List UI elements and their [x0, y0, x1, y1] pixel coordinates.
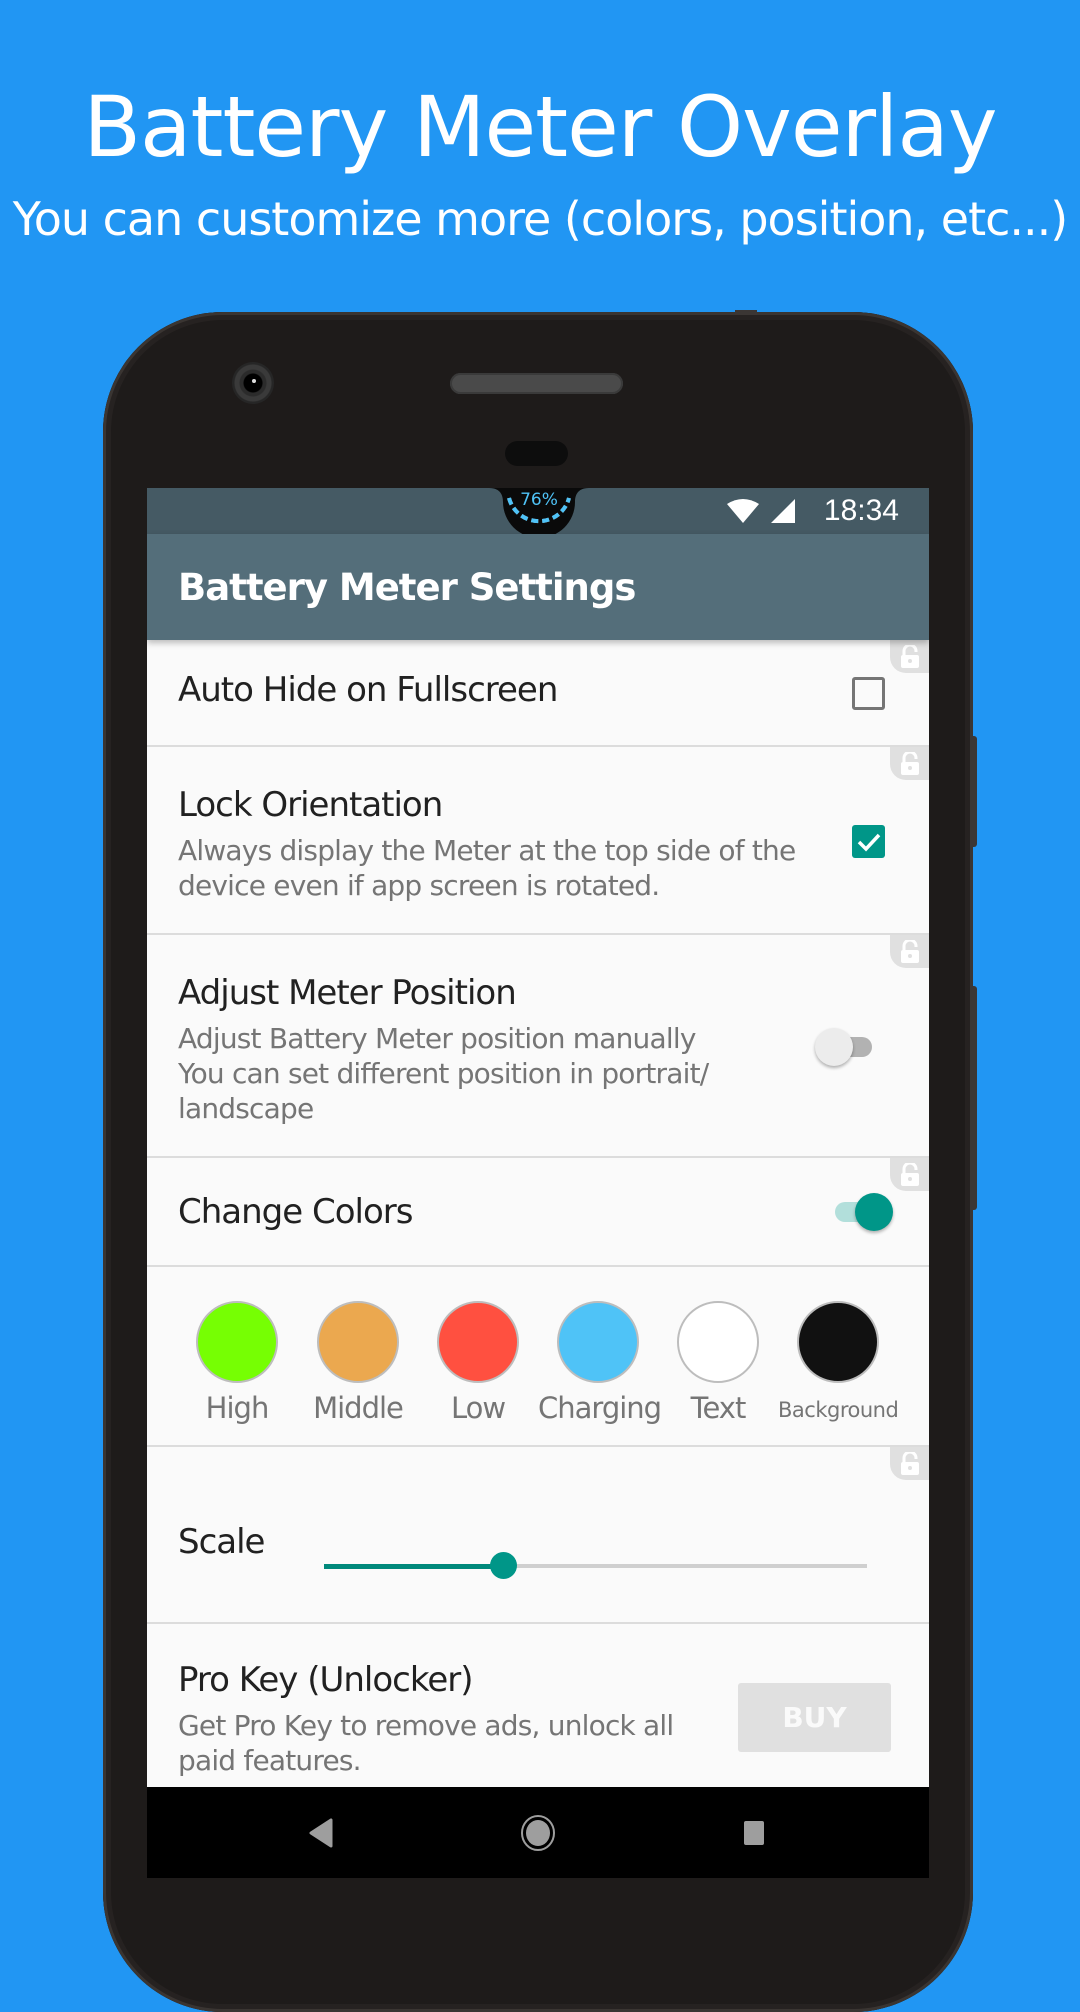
lock-icon — [890, 640, 929, 673]
proximity-sensor — [505, 441, 568, 466]
app-toolbar: Battery Meter Settings — [147, 534, 929, 640]
adjust-position-summary-line3: landscape — [178, 1092, 314, 1125]
recents-button[interactable] — [734, 1813, 774, 1853]
phone-top-button — [735, 310, 757, 315]
swatch-text[interactable] — [677, 1301, 759, 1383]
phone-volume-button — [970, 986, 977, 1210]
setting-change-colors[interactable]: Change Colors — [147, 1158, 929, 1267]
status-clock: 18:34 — [823, 494, 899, 527]
slider-fill — [324, 1564, 504, 1569]
auto-hide-title: Auto Hide on Fullscreen — [178, 670, 558, 710]
lock-icon — [890, 1158, 929, 1191]
pro-key-summary-line2: paid features. — [178, 1744, 362, 1777]
adjust-position-switch[interactable] — [815, 1028, 876, 1066]
battery-meter-overlay: 76% — [489, 488, 589, 534]
auto-hide-checkbox[interactable] — [852, 677, 885, 710]
status-bar: 76% 18:34 — [147, 488, 929, 534]
front-camera-icon — [232, 362, 274, 404]
lock-orientation-summary-line2: device even if app screen is rotated. — [178, 869, 660, 902]
phone-power-button — [970, 736, 977, 847]
swatch-low[interactable] — [437, 1301, 519, 1383]
back-button[interactable] — [301, 1813, 341, 1853]
lock-orientation-checkbox[interactable] — [852, 825, 885, 858]
setting-auto-hide[interactable]: Auto Hide on Fullscreen — [147, 640, 929, 747]
phone-screen: 76% 18:34 Battery Meter Settings Auto Hi… — [147, 488, 929, 1878]
setting-pro-key: Pro Key (Unlocker) Get Pro Key to remove… — [147, 1624, 929, 1787]
scale-slider[interactable] — [324, 1551, 867, 1581]
setting-scale: Scale — [147, 1447, 929, 1624]
switch-thumb — [815, 1028, 853, 1066]
change-colors-switch[interactable] — [831, 1193, 893, 1231]
navigation-bar — [147, 1787, 929, 1878]
swatch-label-high: High — [205, 1391, 270, 1425]
toolbar-title: Battery Meter Settings — [178, 566, 636, 609]
scale-title: Scale — [178, 1522, 265, 1562]
switch-thumb — [855, 1193, 893, 1231]
checkmark-icon — [857, 833, 880, 852]
earpiece-speaker — [450, 373, 623, 394]
swatch-label-middle: Middle — [313, 1391, 404, 1425]
lock-icon — [890, 935, 929, 968]
promo-subtitle: You can customize more (colors, position… — [12, 192, 1069, 246]
slider-thumb[interactable] — [490, 1552, 518, 1579]
setting-lock-orientation[interactable]: Lock Orientation Always display the Mete… — [147, 747, 929, 935]
lock-icon — [890, 747, 929, 780]
adjust-position-summary-line1: Adjust Battery Meter position manually — [178, 1022, 696, 1055]
swatch-charging[interactable] — [557, 1301, 639, 1383]
swatch-label-charging: Charging — [538, 1391, 662, 1425]
recents-icon — [744, 1821, 764, 1845]
pro-key-title: Pro Key (Unlocker) — [178, 1660, 473, 1700]
promo-title: Battery Meter Overlay — [83, 78, 997, 176]
cell-signal-icon — [770, 499, 795, 523]
adjust-position-title: Adjust Meter Position — [178, 973, 517, 1013]
lock-orientation-summary-line1: Always display the Meter at the top side… — [178, 834, 796, 867]
lock-orientation-title: Lock Orientation — [178, 785, 443, 825]
wifi-icon — [726, 499, 759, 523]
swatch-background[interactable] — [797, 1301, 879, 1383]
swatch-label-text: Text — [690, 1391, 747, 1425]
battery-percent-label: 76% — [520, 490, 558, 510]
buy-button[interactable]: BUY — [738, 1683, 891, 1752]
home-icon — [521, 1815, 555, 1851]
adjust-position-summary-line2: You can set different position in portra… — [178, 1057, 709, 1090]
setting-adjust-position[interactable]: Adjust Meter Position Adjust Battery Met… — [147, 935, 929, 1158]
lock-icon — [890, 1447, 929, 1480]
swatch-label-low: Low — [450, 1391, 506, 1425]
pro-key-summary-line1: Get Pro Key to remove ads, unlock all — [178, 1709, 674, 1742]
home-button[interactable] — [518, 1813, 558, 1853]
back-icon — [309, 1818, 333, 1848]
swatch-label-background: Background — [778, 1398, 899, 1422]
swatch-high[interactable] — [196, 1301, 278, 1383]
swatch-middle[interactable] — [317, 1301, 399, 1383]
color-swatches: High Middle Low Charging Text Background — [147, 1267, 929, 1447]
change-colors-title: Change Colors — [178, 1192, 413, 1232]
